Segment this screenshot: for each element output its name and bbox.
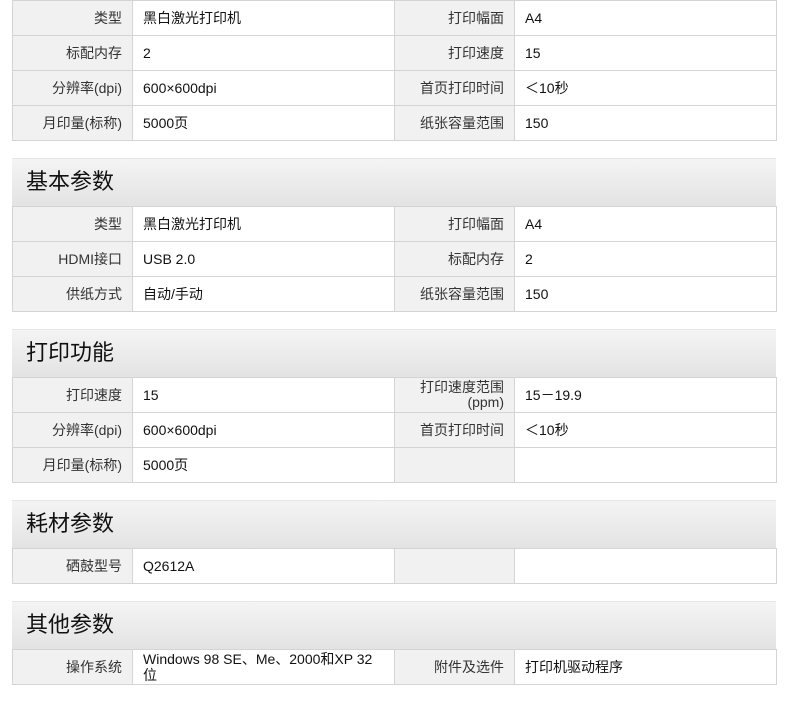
spec-key: 打印幅面	[394, 0, 515, 36]
spec-value: Q2612A	[132, 548, 395, 584]
spec-value: 150	[514, 105, 777, 141]
section-header-basic: 基本参数	[12, 158, 776, 206]
table-row: 月印量(标称) 5000页	[12, 447, 777, 483]
spec-key: 打印速度范围(ppm)	[394, 377, 515, 413]
spec-value: USB 2.0	[132, 241, 395, 277]
spec-value: 5000页	[132, 105, 395, 141]
spec-value: 自动/手动	[132, 276, 395, 312]
spec-key: 首页打印时间	[394, 412, 515, 448]
spec-value: A4	[514, 0, 777, 36]
spec-value: 5000页	[132, 447, 395, 483]
spec-value: 黑白激光打印机	[132, 0, 395, 36]
spec-key: 分辨率(dpi)	[12, 412, 133, 448]
spec-value: 黑白激光打印机	[132, 206, 395, 242]
spec-key: HDMI接口	[12, 241, 133, 277]
table-row: 分辨率(dpi) 600×600dpi 首页打印时间 ＜10秒	[12, 70, 777, 106]
spec-value: 600×600dpi	[132, 70, 395, 106]
spec-key: 操作系统	[12, 649, 133, 685]
table-row: 分辨率(dpi) 600×600dpi 首页打印时间 ＜10秒	[12, 412, 777, 448]
spec-value: 15	[514, 35, 777, 71]
spec-value: 150	[514, 276, 777, 312]
spec-table-basic: 类型 黑白激光打印机 打印幅面 A4 HDMI接口 USB 2.0 标配内存 2…	[12, 206, 777, 312]
table-row: 硒鼓型号 Q2612A	[12, 548, 777, 584]
spec-key: 月印量(标称)	[12, 447, 133, 483]
spec-key: 首页打印时间	[394, 70, 515, 106]
spec-key: 纸张容量范围	[394, 276, 515, 312]
table-row: 月印量(标称) 5000页 纸张容量范围 150	[12, 105, 777, 141]
spec-value: 2	[514, 241, 777, 277]
spec-value: 2	[132, 35, 395, 71]
spec-key-empty	[394, 548, 515, 584]
spec-value: A4	[514, 206, 777, 242]
spec-value: ＜10秒	[514, 412, 777, 448]
spec-value: 打印机驱动程序	[514, 649, 777, 685]
spec-value-empty	[514, 548, 777, 584]
spec-key: 纸张容量范围	[394, 105, 515, 141]
table-row: 类型 黑白激光打印机 打印幅面 A4	[12, 206, 777, 242]
spec-key: 标配内存	[394, 241, 515, 277]
spec-key: 打印速度	[394, 35, 515, 71]
spec-key-empty	[394, 447, 515, 483]
spec-key: 月印量(标称)	[12, 105, 133, 141]
spec-key: 类型	[12, 0, 133, 36]
table-row: 供纸方式 自动/手动 纸张容量范围 150	[12, 276, 777, 312]
spec-table-top: 类型 黑白激光打印机 打印幅面 A4 标配内存 2 打印速度 15 分辨率(dp…	[12, 0, 777, 141]
spec-key: 硒鼓型号	[12, 548, 133, 584]
spec-key: 打印速度	[12, 377, 133, 413]
table-row: 打印速度 15 打印速度范围(ppm) 15－19.9	[12, 377, 777, 413]
table-row: HDMI接口 USB 2.0 标配内存 2	[12, 241, 777, 277]
table-row: 标配内存 2 打印速度 15	[12, 35, 777, 71]
spec-key: 附件及选件	[394, 649, 515, 685]
spec-value: Windows 98 SE、Me、2000和XP 32位	[132, 649, 395, 685]
section-header-consumables: 耗材参数	[12, 500, 776, 548]
spec-table-consumables: 硒鼓型号 Q2612A	[12, 548, 777, 584]
spec-key: 标配内存	[12, 35, 133, 71]
table-row: 操作系统 Windows 98 SE、Me、2000和XP 32位 附件及选件 …	[12, 649, 777, 685]
spec-value: ＜10秒	[514, 70, 777, 106]
spec-key: 供纸方式	[12, 276, 133, 312]
spec-value: 15	[132, 377, 395, 413]
spec-value-empty	[514, 447, 777, 483]
spec-key: 打印幅面	[394, 206, 515, 242]
spec-key: 类型	[12, 206, 133, 242]
spec-table-print: 打印速度 15 打印速度范围(ppm) 15－19.9 分辨率(dpi) 600…	[12, 377, 777, 483]
spec-value: 600×600dpi	[132, 412, 395, 448]
table-row: 类型 黑白激光打印机 打印幅面 A4	[12, 0, 777, 36]
spec-value: 15－19.9	[514, 377, 777, 413]
section-header-other: 其他参数	[12, 601, 776, 649]
section-header-print: 打印功能	[12, 329, 776, 377]
spec-table-other: 操作系统 Windows 98 SE、Me、2000和XP 32位 附件及选件 …	[12, 649, 777, 685]
spec-page: 类型 黑白激光打印机 打印幅面 A4 标配内存 2 打印速度 15 分辨率(dp…	[12, 0, 777, 685]
spec-key: 分辨率(dpi)	[12, 70, 133, 106]
